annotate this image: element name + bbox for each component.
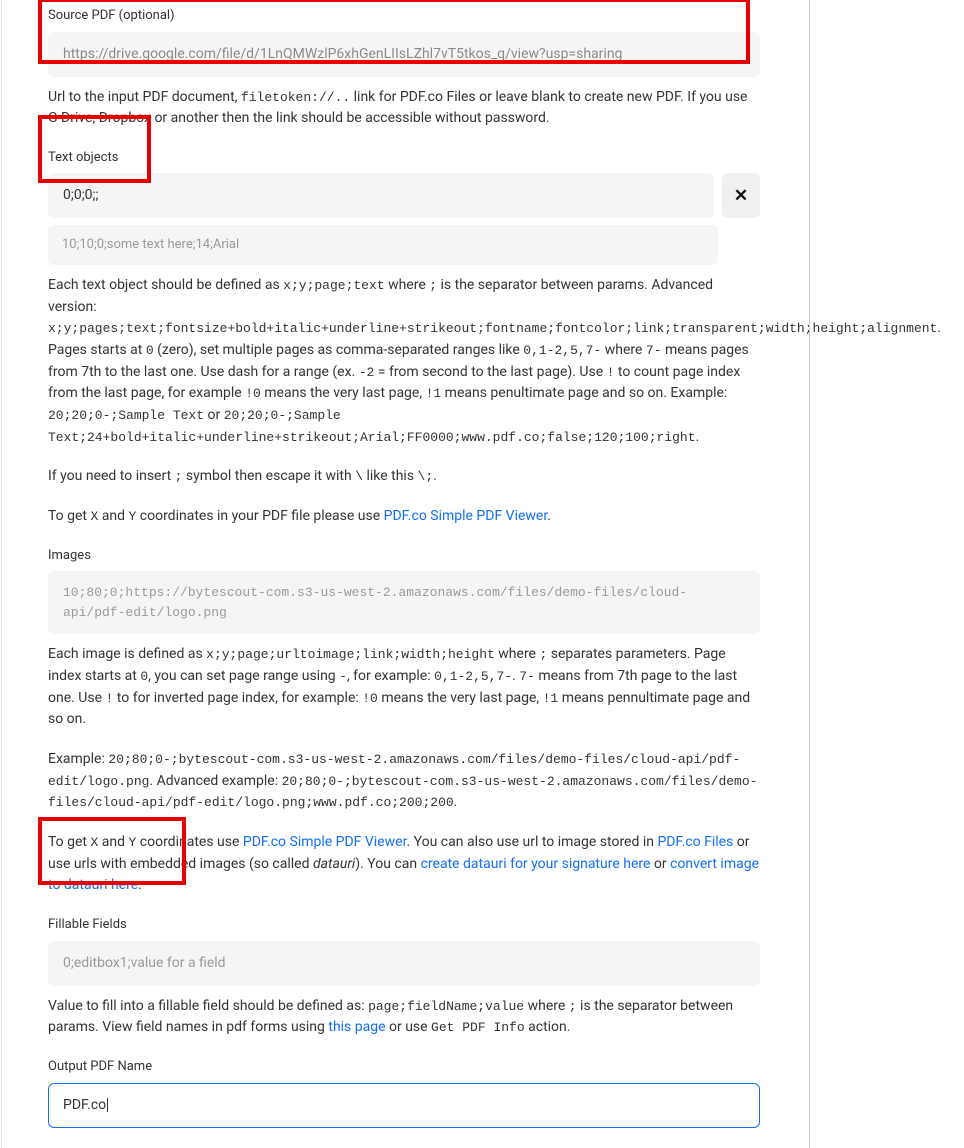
pdf-viewer-link-2[interactable]: PDF.co Simple PDF Viewer xyxy=(243,834,407,850)
text-objects-desc-3: To get X and Y coordinates in your PDF f… xyxy=(48,506,760,528)
text-objects-preview: 10;10;0;some text here;14;Arial xyxy=(48,225,718,265)
output-pdf-name-input[interactable]: PDF.co xyxy=(48,1083,760,1128)
fillable-fields-input[interactable]: 0;editbox1;value for a field xyxy=(48,941,760,986)
text-objects-remove-button[interactable]: ✕ xyxy=(722,173,760,218)
fillable-fields-label: Fillable Fields xyxy=(48,915,760,935)
source-pdf-input[interactable]: https://drive.google.com/file/d/1LnQMWzl… xyxy=(48,32,760,77)
pdf-viewer-link[interactable]: PDF.co Simple PDF Viewer xyxy=(384,508,548,524)
images-input[interactable]: 10;80;0;https://bytescout-com.s3-us-west… xyxy=(48,571,760,634)
datauri-signature-link[interactable]: create datauri for your signature here xyxy=(421,856,651,872)
this-page-link[interactable]: this page xyxy=(328,1019,385,1035)
output-pdf-name-label: Output PDF Name xyxy=(48,1057,760,1077)
pdfco-files-link[interactable]: PDF.co Files xyxy=(657,834,733,850)
images-label: Images xyxy=(48,546,760,566)
source-pdf-desc: Url to the input PDF document, filetoken… xyxy=(48,87,760,130)
source-pdf-label: Source PDF (optional) xyxy=(48,6,760,26)
images-desc-3: To get X and Y coordinates use PDF.co Si… xyxy=(48,832,760,897)
fillable-fields-desc: Value to fill into a fillable field shou… xyxy=(48,996,760,1039)
text-objects-label: Text objects xyxy=(48,148,760,168)
text-objects-desc-1: Each text object should be defined as x;… xyxy=(48,275,760,449)
images-desc-1: Each image is defined as x;y;page;urltoi… xyxy=(48,644,760,731)
text-objects-input[interactable]: 0;0;0;; xyxy=(48,173,714,218)
images-desc-2: Example: 20;80;0-;bytescout-com.s3-us-we… xyxy=(48,749,760,814)
text-objects-desc-2: If you need to insert ; symbol then esca… xyxy=(48,466,760,488)
close-icon: ✕ xyxy=(734,186,748,206)
